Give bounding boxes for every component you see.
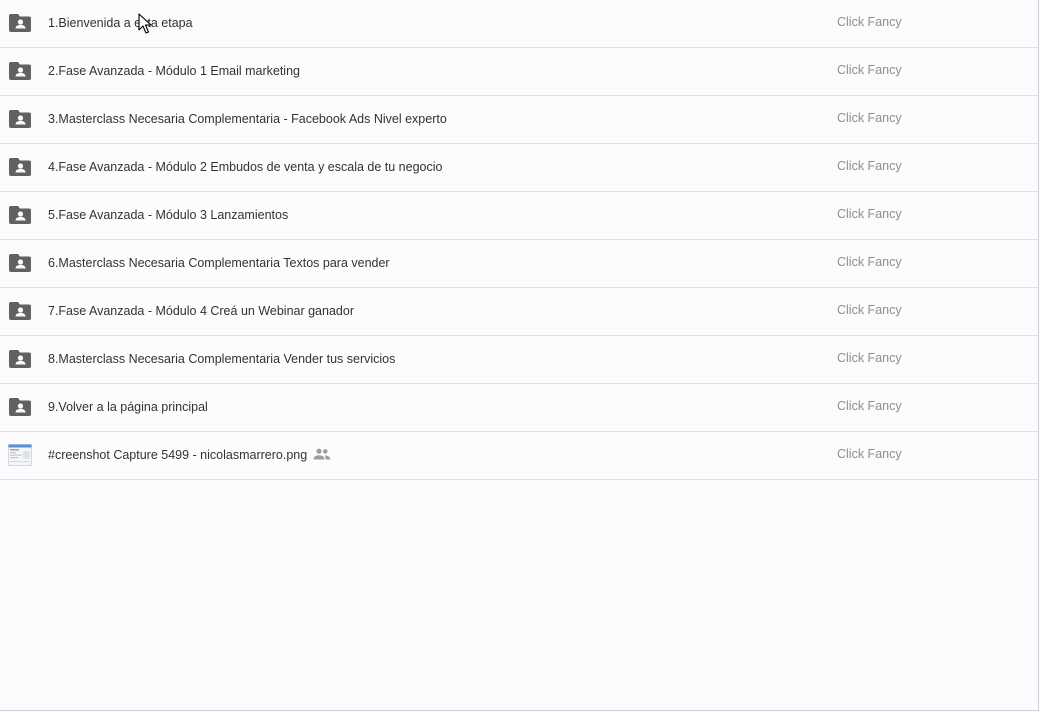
- file-owner: Click Fancy: [837, 255, 902, 269]
- file-name: 6.Masterclass Necesaria Complementaria T…: [48, 256, 390, 270]
- file-owner: Click Fancy: [837, 63, 902, 77]
- file-name-text: #creenshot Capture 5499 - nicolasmarrero…: [48, 448, 308, 462]
- shared-folder-icon: [9, 302, 31, 320]
- shared-folder-icon: [9, 350, 31, 368]
- shared-people-icon: [313, 448, 331, 460]
- image-thumbnail-icon: [8, 444, 32, 466]
- file-owner: Click Fancy: [837, 447, 902, 461]
- shared-folder-icon: [9, 158, 31, 176]
- file-row-10[interactable]: #creenshot Capture 5499 - nicolasmarrero…: [0, 432, 1038, 480]
- file-owner: Click Fancy: [837, 15, 902, 29]
- file-row-4[interactable]: 4.Fase Avanzada - Módulo 2 Embudos de ve…: [0, 144, 1038, 192]
- file-row-6[interactable]: 6.Masterclass Necesaria Complementaria T…: [0, 240, 1038, 288]
- file-row-5[interactable]: 5.Fase Avanzada - Módulo 3 Lanzamientos …: [0, 192, 1038, 240]
- file-owner: Click Fancy: [837, 159, 902, 173]
- file-row-2[interactable]: 2.Fase Avanzada - Módulo 1 Email marketi…: [0, 48, 1038, 96]
- file-owner: Click Fancy: [837, 111, 902, 125]
- file-row-9[interactable]: 9.Volver a la página principal Click Fan…: [0, 384, 1038, 432]
- shared-folder-icon: [9, 62, 31, 80]
- file-name: 7.Fase Avanzada - Módulo 4 Creá un Webin…: [48, 304, 354, 318]
- file-name: 3.Masterclass Necesaria Complementaria -…: [48, 112, 447, 126]
- file-row-7[interactable]: 7.Fase Avanzada - Módulo 4 Creá un Webin…: [0, 288, 1038, 336]
- shared-folder-icon: [9, 206, 31, 224]
- file-name: 5.Fase Avanzada - Módulo 3 Lanzamientos: [48, 208, 289, 222]
- file-list: 1.Bienvenida a esta etapa Click Fancy 2.…: [0, 0, 1039, 711]
- shared-folder-icon: [9, 110, 31, 128]
- file-name: 9.Volver a la página principal: [48, 400, 208, 414]
- file-owner: Click Fancy: [837, 399, 902, 413]
- file-name: 2.Fase Avanzada - Módulo 1 Email marketi…: [48, 64, 300, 78]
- file-row-3[interactable]: 3.Masterclass Necesaria Complementaria -…: [0, 96, 1038, 144]
- shared-folder-icon: [9, 398, 31, 416]
- file-name: 4.Fase Avanzada - Módulo 2 Embudos de ve…: [48, 160, 443, 174]
- shared-folder-icon: [9, 14, 31, 32]
- file-name: #creenshot Capture 5499 - nicolasmarrero…: [48, 432, 331, 479]
- shared-folder-icon: [9, 254, 31, 272]
- file-owner: Click Fancy: [837, 351, 902, 365]
- file-name: 1.Bienvenida a esta etapa: [48, 16, 193, 30]
- file-name: 8.Masterclass Necesaria Complementaria V…: [48, 352, 396, 366]
- file-row-1[interactable]: 1.Bienvenida a esta etapa Click Fancy: [0, 0, 1038, 48]
- file-row-8[interactable]: 8.Masterclass Necesaria Complementaria V…: [0, 336, 1038, 384]
- file-owner: Click Fancy: [837, 207, 902, 221]
- file-owner: Click Fancy: [837, 303, 902, 317]
